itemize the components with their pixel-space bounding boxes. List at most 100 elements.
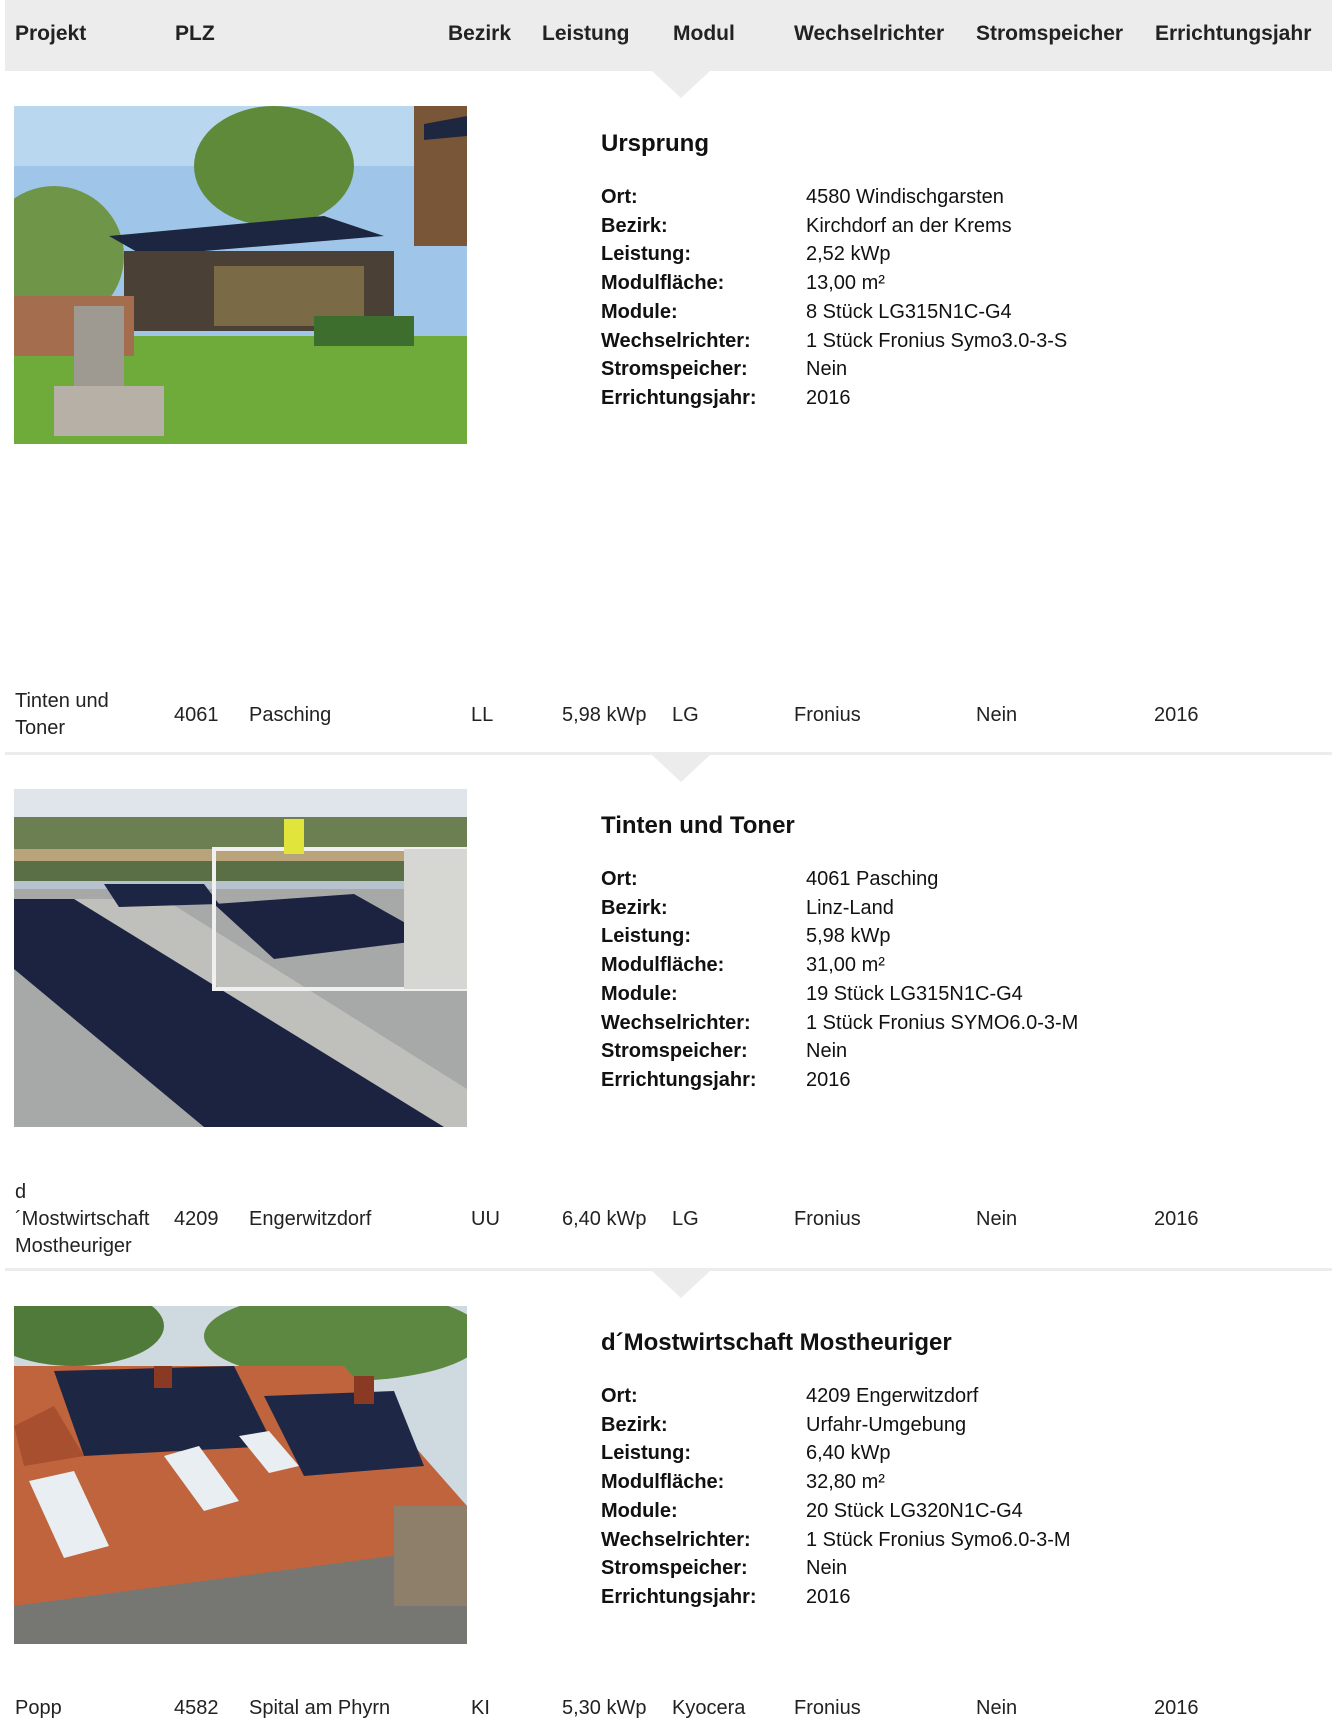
cell-leistung: 6,40 kWp (562, 1208, 647, 1230)
label-modulflaeche: Modulfläche: (601, 954, 725, 977)
cell-plz: 4582 (174, 1697, 219, 1719)
cell-ort: Pasching (249, 704, 332, 726)
label-module: Module: (601, 1499, 678, 1522)
detail-labels: Ort: Bezirk: Leistung: Modulfläche: Modu… (601, 1382, 757, 1612)
cell-leistung: 5,30 kWp (562, 1697, 647, 1719)
value-modulflaeche: 31,00 m² (806, 954, 885, 977)
value-module: 20 Stück LG320N1C-G4 (806, 1499, 1023, 1522)
col-leistung[interactable]: Leistung (542, 22, 630, 46)
cell-modul: Kyocera (672, 1697, 746, 1719)
cell-stromspeicher: Nein (976, 704, 1018, 726)
project-photo-ursprung (14, 106, 467, 444)
value-leistung: 6,40 kWp (806, 1442, 891, 1465)
label-errichtungsjahr: Errichtungsjahr: (601, 386, 757, 409)
value-stromspeicher: Nein (806, 1557, 848, 1580)
table-header: Projekt PLZ Bezirk Leistung Modul Wechse… (5, 0, 1332, 71)
cell-bezirk: LL (471, 704, 494, 726)
detail-title: d´Mostwirtschaft Mostheuriger (601, 1329, 952, 1356)
cell-jahr: 2016 (1154, 704, 1199, 726)
cell-bezirk: UU (471, 1208, 500, 1230)
value-wechselrichter: 1 Stück Fronius SYMO6.0-3-M (806, 1011, 1079, 1034)
cell-leistung: 5,98 kWp (562, 704, 647, 726)
detail-values: 4061 Pasching Linz-Land 5,98 kWp 31,00 m… (806, 865, 1078, 1095)
value-module: 19 Stück LG315N1C-G4 (806, 982, 1023, 1005)
detail-pointer (652, 755, 710, 782)
value-wechselrichter: 1 Stück Fronius Symo3.0-3-S (806, 329, 1068, 352)
value-leistung: 5,98 kWp (806, 925, 891, 948)
value-ort: 4580 Windischgarsten (806, 186, 1004, 208)
detail-labels: Ort: Bezirk: Leistung: Modulfläche: Modu… (601, 183, 757, 413)
cell-jahr: 2016 (1154, 1697, 1199, 1719)
detail-title: Tinten und Toner (601, 812, 795, 839)
label-ort: Ort: (601, 868, 638, 890)
cell-plz: 4061 (174, 704, 219, 726)
value-modulflaeche: 13,00 m² (806, 272, 885, 295)
label-module: Module: (601, 300, 678, 323)
col-projekt[interactable]: Projekt (15, 22, 86, 46)
label-bezirk: Bezirk: (601, 1413, 668, 1436)
label-bezirk: Bezirk: (601, 214, 668, 237)
detail-pointer (652, 71, 710, 98)
cell-wechselrichter: Fronius (794, 704, 861, 726)
value-bezirk: Urfahr-Umgebung (806, 1413, 967, 1436)
value-ort: 4209 Engerwitzdorf (806, 1385, 979, 1407)
project-photo-mostwirtschaft (14, 1306, 467, 1644)
cell-projekt: Popp (15, 1697, 62, 1719)
table-row[interactable]: Popp 4582 Spital am Phyrn KI 5,30 kWp Ky… (0, 1695, 1332, 1725)
value-ort: 4061 Pasching (806, 868, 939, 890)
cell-bezirk: KI (471, 1697, 490, 1719)
value-stromspeicher: Nein (806, 1040, 848, 1063)
col-modul[interactable]: Modul (673, 22, 735, 46)
label-leistung: Leistung: (601, 243, 691, 266)
cell-modul: LG (672, 704, 699, 726)
table-row[interactable]: Tinten und Toner 4061 Pasching LL 5,98 k… (0, 688, 1332, 742)
table-row[interactable]: d ´Mostwirtschaft Mostheuriger 4209 Enge… (0, 1179, 1332, 1260)
cell-stromspeicher: Nein (976, 1208, 1018, 1230)
label-module: Module: (601, 982, 678, 1005)
value-bezirk: Kirchdorf an der Krems (806, 214, 1012, 237)
cell-stromspeicher: Nein (976, 1697, 1018, 1719)
value-leistung: 2,52 kWp (806, 243, 891, 266)
cell-modul: LG (672, 1208, 699, 1230)
cell-wechselrichter: Fronius (794, 1208, 861, 1230)
col-stromspeicher[interactable]: Stromspeicher (976, 22, 1123, 46)
project-photo-tinten-und-toner (14, 789, 467, 1127)
label-stromspeicher: Stromspeicher: (601, 1040, 748, 1063)
col-plz[interactable]: PLZ (175, 22, 215, 46)
cell-projekt: d ´Mostwirtschaft Mostheuriger (15, 1181, 150, 1257)
cell-wechselrichter: Fronius (794, 1697, 861, 1719)
col-bezirk[interactable]: Bezirk (448, 22, 511, 46)
label-stromspeicher: Stromspeicher: (601, 358, 748, 381)
label-modulflaeche: Modulfläche: (601, 272, 725, 295)
label-leistung: Leistung: (601, 1442, 691, 1465)
label-wechselrichter: Wechselrichter: (601, 329, 751, 352)
value-modulflaeche: 32,80 m² (806, 1471, 885, 1494)
cell-ort: Engerwitzdorf (249, 1208, 372, 1230)
cell-plz: 4209 (174, 1208, 219, 1230)
label-errichtungsjahr: Errichtungsjahr: (601, 1585, 757, 1608)
label-wechselrichter: Wechselrichter: (601, 1011, 751, 1034)
cell-jahr: 2016 (1154, 1208, 1199, 1230)
label-ort: Ort: (601, 186, 638, 208)
cell-ort: Spital am Phyrn (249, 1697, 391, 1719)
col-errichtungsjahr[interactable]: Errichtungsjahr (1155, 22, 1311, 46)
value-bezirk: Linz-Land (806, 896, 894, 919)
detail-title: Ursprung (601, 130, 709, 157)
label-modulflaeche: Modulfläche: (601, 1471, 725, 1494)
detail-labels: Ort: Bezirk: Leistung: Modulfläche: Modu… (601, 865, 757, 1095)
label-errichtungsjahr: Errichtungsjahr: (601, 1068, 757, 1091)
col-wechselrichter[interactable]: Wechselrichter (794, 22, 944, 46)
value-errichtungsjahr: 2016 (806, 1068, 851, 1091)
detail-values: 4580 Windischgarsten Kirchdorf an der Kr… (806, 183, 1067, 413)
value-errichtungsjahr: 2016 (806, 1585, 851, 1608)
label-bezirk: Bezirk: (601, 896, 668, 919)
detail-values: 4209 Engerwitzdorf Urfahr-Umgebung 6,40 … (806, 1382, 1071, 1612)
cell-projekt: Tinten und Toner (15, 690, 109, 739)
label-wechselrichter: Wechselrichter: (601, 1528, 751, 1551)
label-leistung: Leistung: (601, 925, 691, 948)
label-ort: Ort: (601, 1385, 638, 1407)
value-module: 8 Stück LG315N1C-G4 (806, 300, 1012, 323)
value-wechselrichter: 1 Stück Fronius Symo6.0-3-M (806, 1528, 1071, 1551)
value-stromspeicher: Nein (806, 358, 848, 381)
value-errichtungsjahr: 2016 (806, 386, 851, 409)
